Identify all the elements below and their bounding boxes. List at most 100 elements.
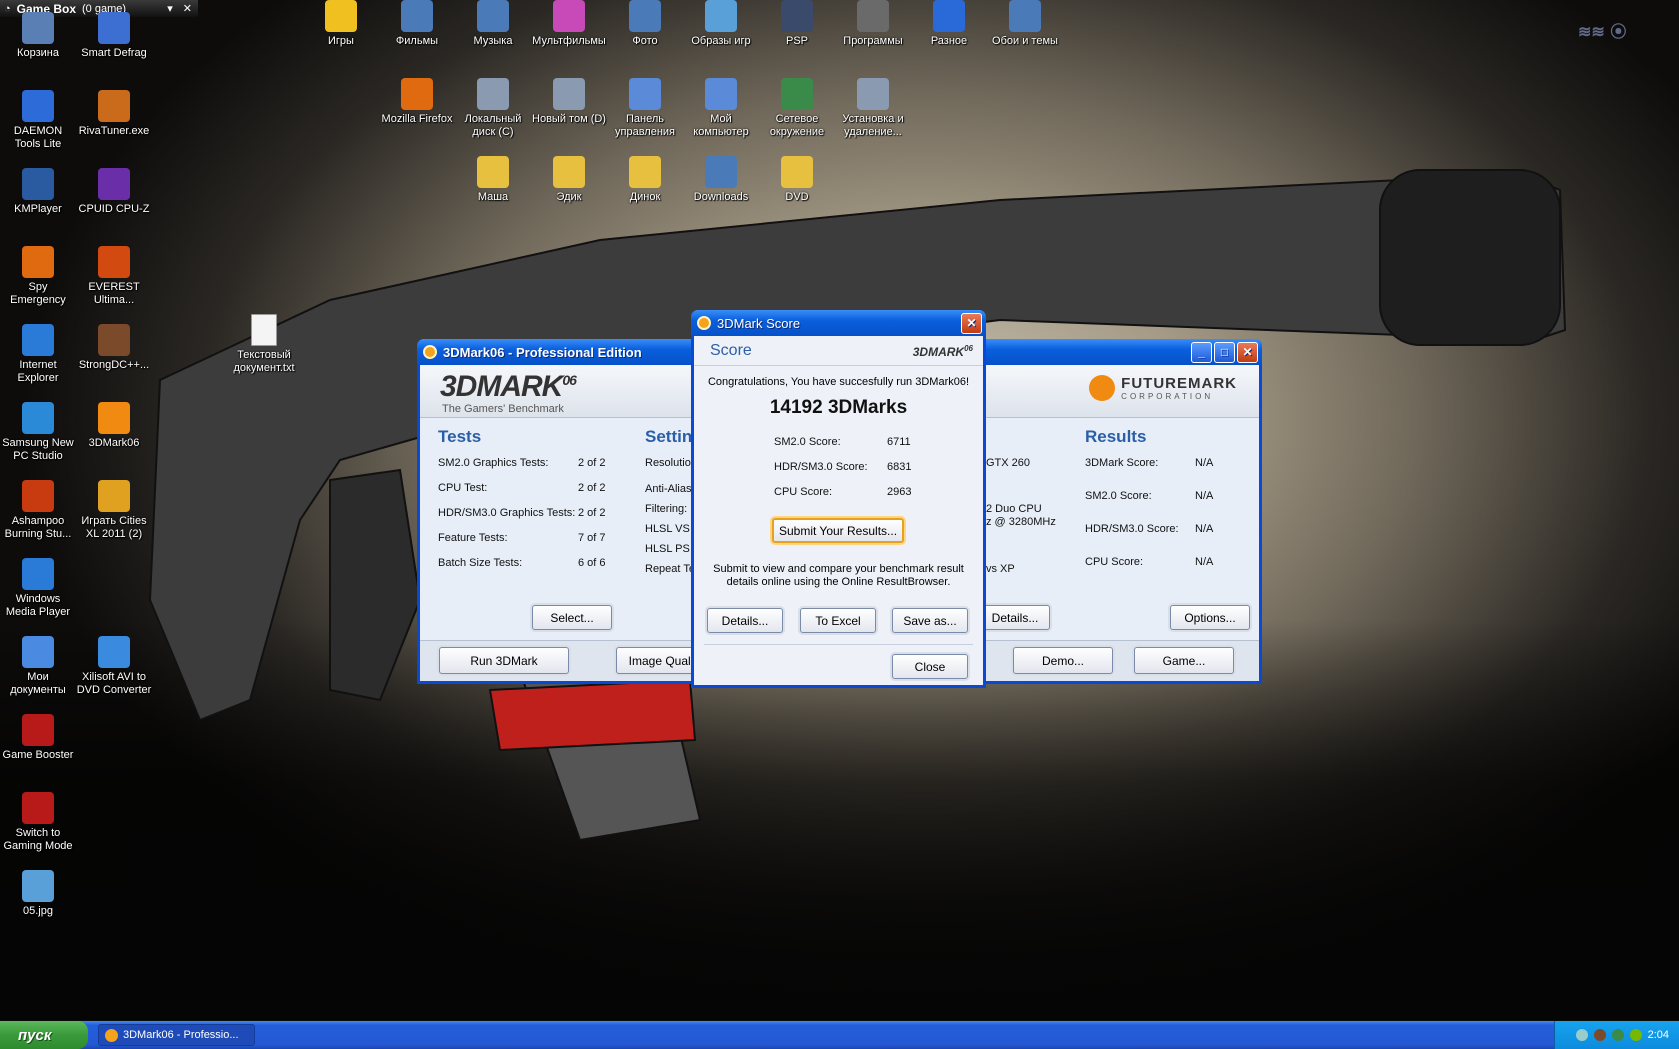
strongdc-icon bbox=[98, 324, 130, 356]
close-button[interactable]: ✕ bbox=[1237, 341, 1258, 363]
maximize-button[interactable]: □ bbox=[1214, 341, 1235, 363]
tray-nvidia-icon[interactable] bbox=[1629, 1029, 1642, 1041]
tray-app-icon[interactable] bbox=[1593, 1029, 1606, 1041]
desktop-icon[interactable]: DVD bbox=[759, 156, 835, 204]
desktop-icon[interactable]: Музыка bbox=[455, 0, 531, 48]
desktop-icon[interactable]: Ashampoo Burning Stu... bbox=[0, 480, 76, 541]
desktop-icon[interactable]: Сетевое окружение bbox=[759, 78, 835, 139]
media-player-icon bbox=[22, 558, 54, 590]
desktop-icon[interactable]: Разное bbox=[911, 0, 987, 48]
dropdown-icon[interactable]: ▾ bbox=[167, 2, 173, 15]
desktop-icon[interactable]: Downloads bbox=[683, 156, 759, 204]
desktop-icon[interactable]: Xilisoft AVI to DVD Converter bbox=[76, 636, 152, 697]
desktop-icon[interactable]: Корзина bbox=[0, 12, 76, 60]
3dmark-task-icon bbox=[105, 1028, 118, 1042]
tray-arrow-icon[interactable] bbox=[1575, 1029, 1588, 1041]
desktop-icon[interactable]: Динок bbox=[607, 156, 683, 204]
desktop-icon[interactable]: Установка и удаление... bbox=[835, 78, 911, 139]
desktop-icon[interactable]: Мультфильмы bbox=[531, 0, 607, 48]
ie-icon bbox=[22, 324, 54, 356]
desktop-icon-label: Ashampoo Burning Stu... bbox=[4, 515, 72, 540]
desktop-icon[interactable]: Образы игр bbox=[683, 0, 759, 48]
score-dialog-title: 3DMark Score bbox=[717, 315, 801, 331]
minimize-button[interactable]: _ bbox=[1191, 341, 1212, 363]
result-row-value: N/A bbox=[1195, 556, 1214, 568]
desktop-icon[interactable]: Mozilla Firefox bbox=[379, 78, 455, 126]
select-button[interactable]: Select... bbox=[532, 605, 612, 630]
desktop-icon[interactable]: Samsung New PC Studio bbox=[0, 402, 76, 463]
score-close-icon[interactable]: ✕ bbox=[961, 312, 982, 334]
desktop-icon[interactable]: EVEREST Ultima... bbox=[76, 246, 152, 307]
test-row-label: CPU Test: bbox=[438, 482, 488, 494]
desktop-icon[interactable]: Маша bbox=[455, 156, 531, 204]
test-row-value: 2 of 2 bbox=[578, 482, 606, 494]
desktop-icon[interactable]: Обои и темы bbox=[987, 0, 1063, 48]
desktop-icon[interactable]: Фильмы bbox=[379, 0, 455, 48]
desktop-icon[interactable]: Game Booster bbox=[0, 714, 76, 762]
samsung-pc-studio-icon bbox=[22, 402, 54, 434]
close-icon[interactable]: ✕ bbox=[183, 2, 192, 15]
desktop-icon[interactable]: Windows Media Player bbox=[0, 558, 76, 619]
desktop-icon[interactable]: Играть Cities XL 2011 (2) bbox=[76, 480, 152, 541]
save-as-button[interactable]: Save as... bbox=[892, 608, 968, 633]
desktop-icon[interactable]: Панель управления bbox=[607, 78, 683, 139]
desktop-icon[interactable]: StrongDC++... bbox=[76, 324, 152, 372]
desktop-icon[interactable]: Локальный диск (C) bbox=[455, 78, 531, 139]
desktop-icon[interactable]: RivaTuner.exe bbox=[76, 90, 152, 138]
star-icon bbox=[325, 0, 357, 32]
desktop-icon[interactable]: Программы bbox=[835, 0, 911, 48]
close-dialog-button[interactable]: Close bbox=[892, 654, 968, 679]
score-row-label: CPU Score: bbox=[774, 486, 833, 498]
desktop-icon-label: Downloads bbox=[693, 191, 749, 203]
submit-results-button[interactable]: Submit Your Results... bbox=[772, 518, 904, 543]
desktop-icon-label: Xilisoft AVI to DVD Converter bbox=[76, 671, 152, 696]
score-titlebar[interactable]: 3DMark Score ✕ bbox=[691, 310, 986, 336]
desktop-icon[interactable]: 3DMark06 bbox=[76, 402, 152, 450]
3dmark-icon bbox=[98, 402, 130, 434]
desktop-icon[interactable]: Spy Emergency bbox=[0, 246, 76, 307]
options-button[interactable]: Options... bbox=[1170, 605, 1250, 630]
system-info-fragment: vs XP bbox=[986, 563, 1015, 575]
test-row-label: Batch Size Tests: bbox=[438, 557, 523, 569]
score-details-button[interactable]: Details... bbox=[707, 608, 783, 633]
desktop-icon-label: Текстовый документ.txt bbox=[233, 349, 295, 374]
desktop-icon-label: Игры bbox=[328, 35, 354, 47]
desktop-icon[interactable]: Мои документы bbox=[0, 636, 76, 697]
tray-network-icon[interactable] bbox=[1611, 1029, 1624, 1041]
desktop-icon[interactable]: KMPlayer bbox=[0, 168, 76, 216]
run-3dmark-button[interactable]: Run 3DMark bbox=[439, 647, 569, 674]
daemon-tools-icon bbox=[22, 90, 54, 122]
desktop-icon[interactable]: Smart Defrag bbox=[76, 12, 152, 60]
cartoons-icon bbox=[553, 0, 585, 32]
3dmark-logo: 3DMARK06 bbox=[440, 370, 577, 403]
desktop-icon[interactable]: Эдик bbox=[531, 156, 607, 204]
desktop-icon-text-document[interactable]: Текстовый документ.txt bbox=[226, 314, 302, 375]
desktop-icon-label: Мой компьютер bbox=[693, 113, 749, 138]
desktop-icon[interactable]: 05.jpg bbox=[0, 870, 76, 918]
desktop-icon[interactable]: CPUID CPU-Z bbox=[76, 168, 152, 216]
desktop-icon[interactable]: Фото bbox=[607, 0, 683, 48]
desktop-icon-label: Switch to Gaming Mode bbox=[3, 827, 73, 852]
desktop-icon[interactable]: DAEMON Tools Lite bbox=[0, 90, 76, 151]
game-button[interactable]: Game... bbox=[1134, 647, 1234, 674]
desktop-icon-label: KMPlayer bbox=[14, 203, 62, 215]
demo-button[interactable]: Demo... bbox=[1013, 647, 1113, 674]
to-excel-button[interactable]: To Excel bbox=[800, 608, 876, 633]
system-details-button[interactable]: Details... bbox=[980, 605, 1050, 630]
desktop-icon-label: Samsung New PC Studio bbox=[2, 437, 74, 462]
taskbar-item-3dmark[interactable]: 3DMark06 - Professio... bbox=[98, 1024, 255, 1046]
start-button[interactable]: пуск bbox=[0, 1021, 88, 1049]
setting-row-label: Repeat Te bbox=[645, 563, 695, 575]
desktop-icon[interactable]: Игры bbox=[303, 0, 379, 48]
desktop-icon[interactable]: PSP bbox=[759, 0, 835, 48]
desktop-icon-label: Windows Media Player bbox=[5, 593, 71, 618]
desktop-icon[interactable]: Internet Explorer bbox=[0, 324, 76, 385]
desktop-icon-label: Game Booster bbox=[2, 749, 74, 761]
desktop-icon-label: 3DMark06 bbox=[88, 437, 140, 449]
score-divider bbox=[704, 644, 973, 645]
desktop-icon[interactable]: Мой компьютер bbox=[683, 78, 759, 139]
test-row-label: Feature Tests: bbox=[438, 532, 508, 544]
desktop-icon[interactable]: Switch to Gaming Mode bbox=[0, 792, 76, 853]
help-icon bbox=[933, 0, 965, 32]
desktop-icon[interactable]: Новый том (D) bbox=[531, 78, 607, 126]
